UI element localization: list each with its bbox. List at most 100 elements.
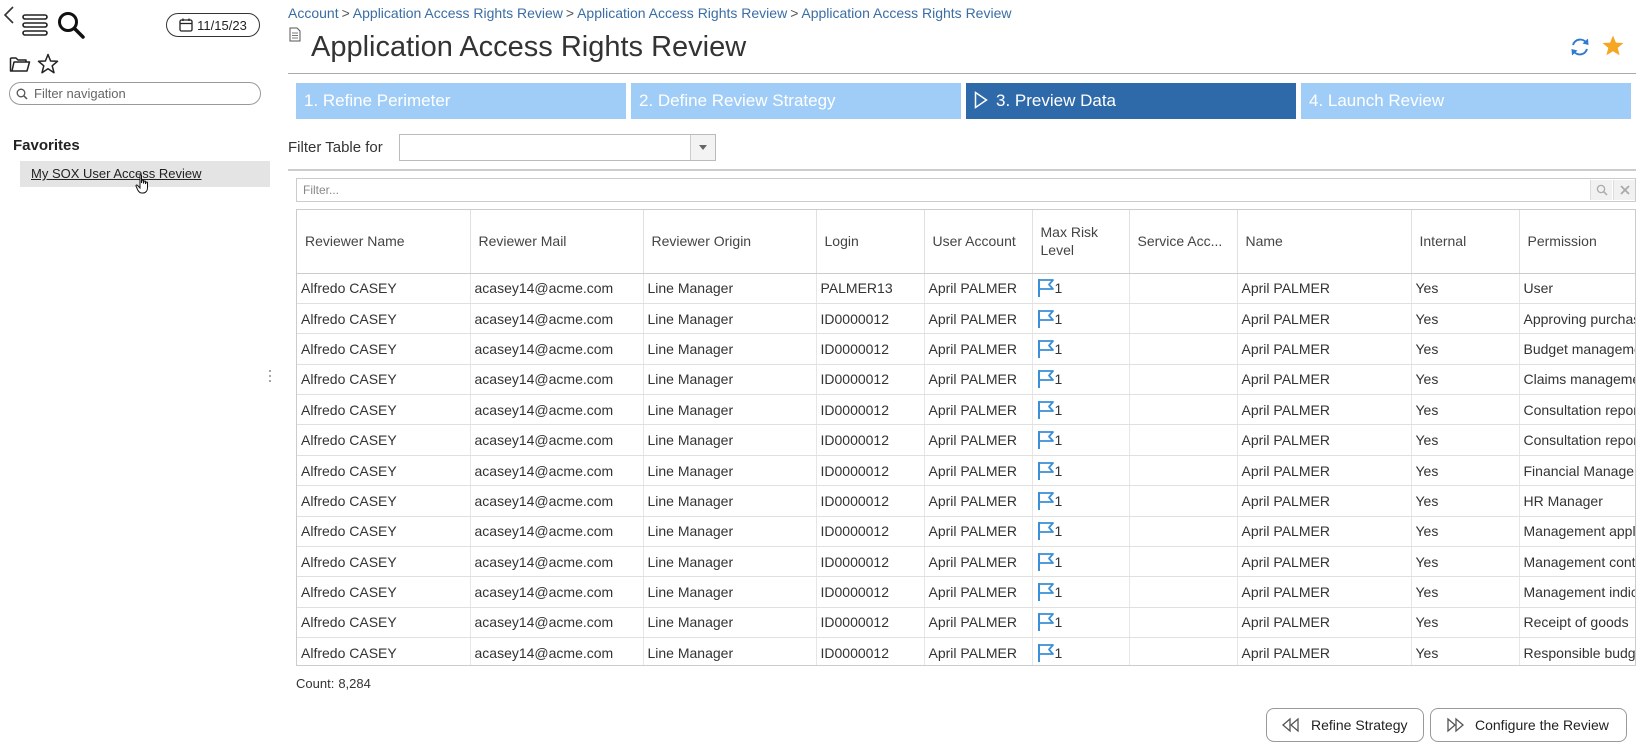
cell-permission: Claims management (1519, 364, 1635, 396)
column-header-user-account[interactable]: User Account (924, 210, 1033, 274)
risk-level-value: 1 (1054, 280, 1063, 297)
cell-internal: Yes (1411, 516, 1520, 548)
breadcrumb-review-3[interactable]: Application Access Rights Review (801, 5, 1011, 21)
cell-user-account: April PALMER (924, 516, 1033, 548)
risk-level-value: 1 (1054, 492, 1063, 509)
cell-max-risk-level: 1 (1032, 516, 1130, 548)
cell-name: April PALMER (1237, 394, 1412, 426)
cell-name: April PALMER (1237, 607, 1412, 639)
row-count: Count: 8,284 (296, 676, 371, 691)
cell-reviewer-origin: Line Manager (643, 455, 817, 487)
column-header-max-risk-level[interactable]: Max Risk Level (1032, 210, 1130, 274)
step-define-review-strategy[interactable]: 2. Define Review Strategy (631, 83, 961, 119)
cell-service-account (1129, 485, 1238, 517)
step-preview-data[interactable]: 3. Preview Data (966, 83, 1296, 119)
cell-reviewer-origin: Line Manager (643, 516, 817, 548)
risk-level-value: 1 (1054, 432, 1063, 449)
configure-review-button[interactable]: Configure the Review (1430, 708, 1627, 742)
table-row[interactable]: Alfredo CASEY acasey14@acme.com Line Manag… (297, 303, 1635, 335)
cell-max-risk-level: 1 (1032, 303, 1130, 335)
grid-search-icon[interactable] (1590, 180, 1612, 200)
cell-reviewer-mail: acasey14@acme.com (470, 303, 644, 335)
navigation-filter (9, 82, 261, 105)
table-row[interactable]: Alfredo CASEY acasey14@acme.com Line Manag… (297, 455, 1635, 487)
table-row[interactable]: Alfredo CASEY acasey14@acme.com Line Manag… (297, 546, 1635, 578)
table-row[interactable]: Alfredo CASEY acasey14@acme.com Line Manag… (297, 364, 1635, 396)
menu-icon[interactable] (21, 12, 49, 38)
table-row[interactable]: Alfredo CASEY acasey14@acme.com Line Manag… (297, 607, 1635, 639)
column-header-reviewer-origin[interactable]: Reviewer Origin (643, 210, 817, 274)
folder-icon[interactable] (9, 54, 31, 74)
breadcrumb-separator: > (565, 5, 575, 21)
cell-user-account: April PALMER (924, 333, 1033, 365)
cell-reviewer-name: Alfredo CASEY (297, 364, 471, 396)
calendar-icon (179, 18, 193, 32)
breadcrumb-account[interactable]: Account (288, 5, 339, 21)
dropdown-arrow-icon[interactable] (690, 135, 715, 160)
table-row[interactable]: Alfredo CASEY acasey14@acme.com Line Manag… (297, 333, 1635, 365)
table-row[interactable]: Alfredo CASEY acasey14@acme.com Line Manag… (297, 424, 1635, 456)
column-header-service-account[interactable]: Service Acc... (1129, 210, 1238, 274)
refine-strategy-button[interactable]: Refine Strategy (1266, 708, 1424, 742)
cell-permission: Responsible budget (1519, 637, 1635, 665)
cell-login: PALMER13 (816, 273, 925, 304)
cell-reviewer-origin: Line Manager (643, 424, 817, 456)
column-header-internal[interactable]: Internal (1411, 210, 1520, 274)
cell-permission: Consultation reports (1519, 424, 1635, 456)
risk-flag-icon (1037, 279, 1054, 298)
cell-max-risk-level: 1 (1032, 607, 1130, 639)
cell-internal: Yes (1411, 394, 1520, 426)
risk-flag-icon (1037, 522, 1054, 541)
cell-name: April PALMER (1237, 485, 1412, 517)
column-header-login[interactable]: Login (816, 210, 925, 274)
risk-flag-icon (1037, 613, 1054, 632)
column-header-name[interactable]: Name (1237, 210, 1412, 274)
grid-filter-bar (296, 178, 1636, 202)
table-row[interactable]: Alfredo CASEY acasey14@acme.com Line Manag… (297, 516, 1635, 548)
count-label: Count: (296, 676, 335, 691)
favorite-star-icon[interactable] (1601, 34, 1625, 58)
sidebar-resize-handle[interactable] (268, 368, 272, 384)
grid-filter-input[interactable] (297, 179, 1567, 201)
cell-max-risk-level: 1 (1032, 546, 1130, 578)
cell-login: ID0000012 (816, 485, 925, 517)
cell-login: ID0000012 (816, 364, 925, 396)
step-refine-perimeter[interactable]: 1. Refine Perimeter (296, 83, 626, 119)
table-row[interactable]: Alfredo CASEY acasey14@acme.com Line Manag… (297, 273, 1635, 304)
cell-internal: Yes (1411, 546, 1520, 578)
grid-clear-icon[interactable] (1613, 180, 1635, 200)
page-title: Application Access Rights Review (311, 31, 747, 63)
cell-reviewer-origin: Line Manager (643, 394, 817, 426)
cell-user-account: April PALMER (924, 303, 1033, 335)
breadcrumb-review-1[interactable]: Application Access Rights Review (353, 5, 563, 21)
cell-service-account (1129, 637, 1238, 665)
cell-user-account: April PALMER (924, 637, 1033, 665)
cell-reviewer-origin: Line Manager (643, 303, 817, 335)
table-row[interactable]: Alfredo CASEY acasey14@acme.com Line Manag… (297, 394, 1635, 426)
filter-divider (288, 169, 1636, 171)
table-row[interactable]: Alfredo CASEY acasey14@acme.com Line Manag… (297, 485, 1635, 517)
table-row[interactable]: Alfredo CASEY acasey14@acme.com Line Manag… (297, 576, 1635, 608)
title-divider (288, 73, 1636, 74)
configure-review-label: Configure the Review (1475, 717, 1609, 733)
table-row[interactable]: Alfredo CASEY acasey14@acme.com Line Manag… (297, 637, 1635, 665)
star-icon[interactable] (37, 53, 59, 75)
step-launch-review[interactable]: 4. Launch Review (1301, 83, 1631, 119)
date-picker-button[interactable]: 11/15/23 (166, 13, 260, 37)
search-icon[interactable] (56, 10, 86, 40)
cell-max-risk-level: 1 (1032, 485, 1130, 517)
back-icon[interactable] (2, 4, 16, 26)
filter-table-select[interactable] (399, 134, 716, 161)
cell-service-account (1129, 607, 1238, 639)
column-header-reviewer-mail[interactable]: Reviewer Mail (470, 210, 644, 274)
navigation-filter-input[interactable] (32, 85, 252, 102)
cell-reviewer-mail: acasey14@acme.com (470, 516, 644, 548)
risk-flag-icon (1037, 400, 1054, 419)
cell-user-account: April PALMER (924, 455, 1033, 487)
cell-reviewer-name: Alfredo CASEY (297, 546, 471, 578)
cell-reviewer-name: Alfredo CASEY (297, 607, 471, 639)
column-header-reviewer-name[interactable]: Reviewer Name (297, 210, 471, 274)
breadcrumb-review-2[interactable]: Application Access Rights Review (577, 5, 787, 21)
column-header-permission[interactable]: Permission (1519, 210, 1635, 274)
refresh-icon[interactable] (1569, 36, 1591, 58)
